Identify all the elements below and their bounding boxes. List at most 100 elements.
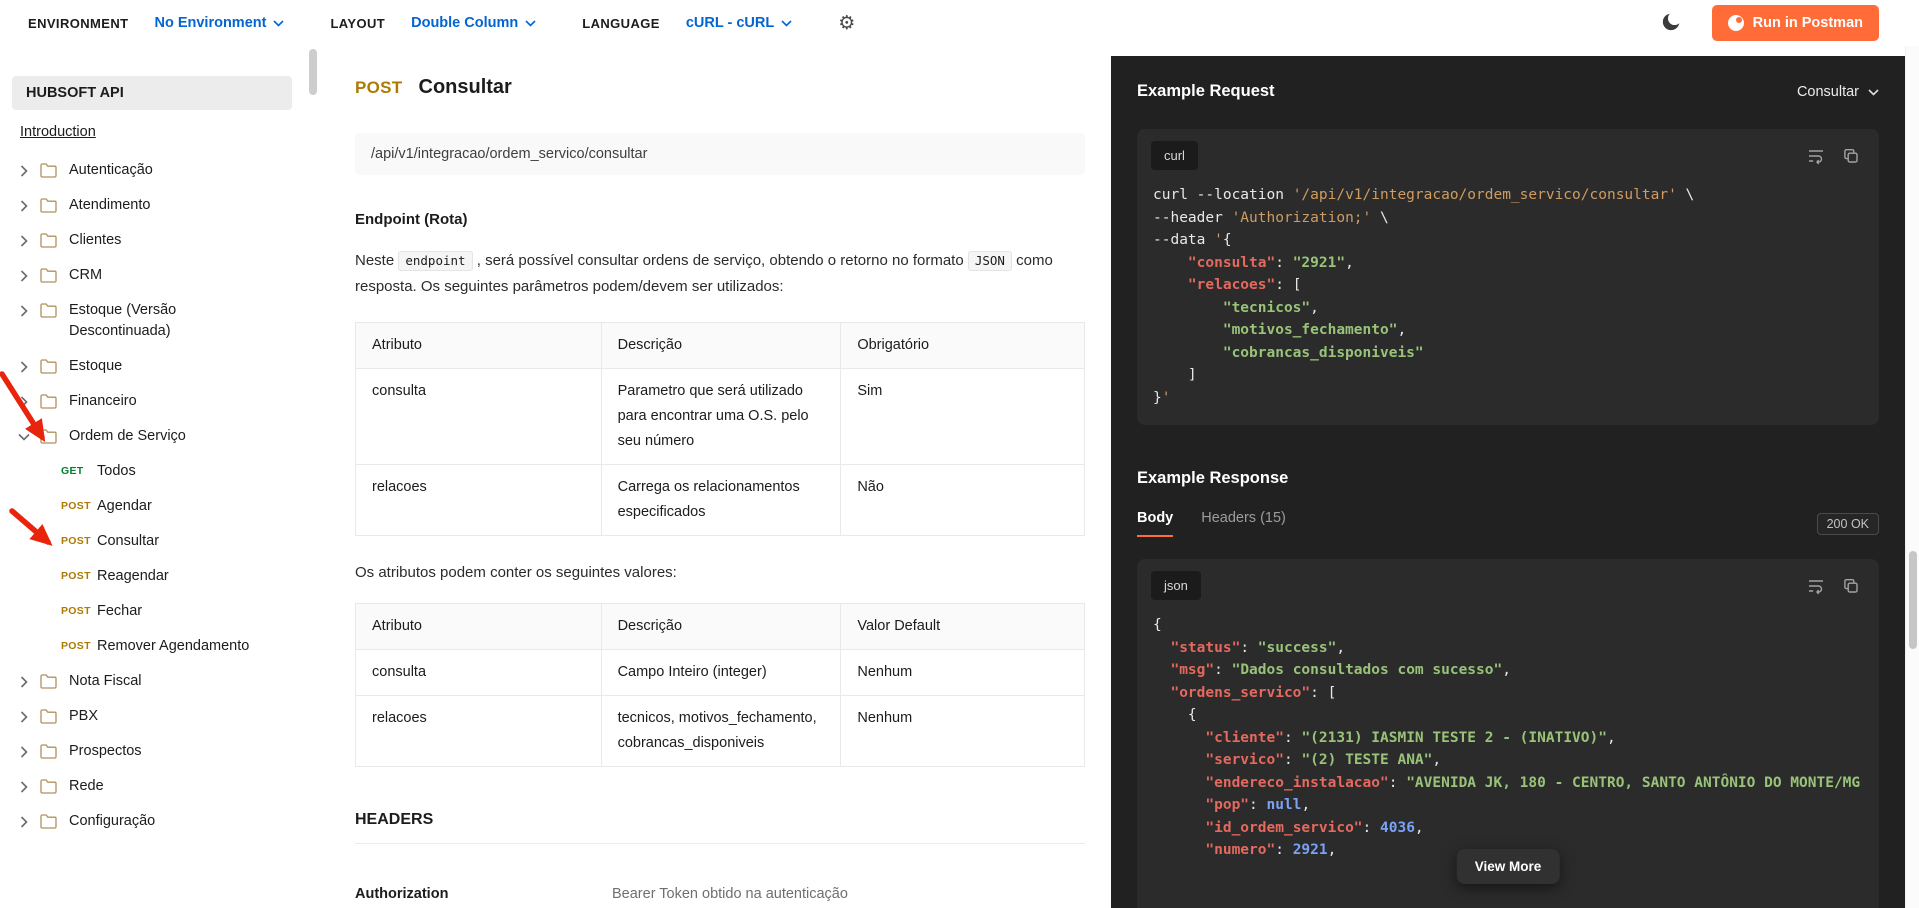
folder-label: Financeiro <box>69 393 137 409</box>
method-badge: POST <box>61 535 91 547</box>
sidebar-folder-nota-fiscal[interactable]: Nota Fiscal <box>12 664 306 699</box>
page-title: Consultar <box>418 76 512 98</box>
view-more-button[interactable]: View More <box>1456 849 1560 884</box>
page-scrollbar-thumb[interactable] <box>1909 551 1917 649</box>
chevron-right-icon <box>12 200 36 212</box>
sidebar-folder-clientes[interactable]: Clientes <box>12 223 306 258</box>
sidebar-folder-ordem-de-servico[interactable]: Ordem de Serviço <box>12 419 306 454</box>
sidebar-scrollbar-thumb[interactable] <box>309 49 317 95</box>
chevron-right-icon <box>12 305 36 317</box>
folder-icon <box>40 744 57 759</box>
folder-open-icon <box>40 429 57 444</box>
header-value: Bearer Token obtido na autenticação <box>612 886 848 902</box>
postman-logo-icon <box>1727 15 1744 31</box>
run-in-postman-button[interactable]: Run in Postman <box>1711 5 1879 41</box>
curl-code: curl --location '/api/v1/integracao/orde… <box>1153 187 1695 406</box>
environment-label: ENVIRONMENT <box>28 15 129 31</box>
folder-icon <box>40 674 57 689</box>
sidebar-folder-estoque-descontinuada[interactable]: Estoque (Versão Descontinuada) <box>12 293 306 349</box>
table-cell: Nenhum <box>840 649 1085 696</box>
chevron-right-icon <box>12 711 36 723</box>
folder-label: Clientes <box>69 232 122 248</box>
language-select[interactable]: cURL - cURL <box>686 15 792 31</box>
sidebar-tree: Autenticação Atendimento Clientes CRM Es <box>12 153 306 839</box>
curl-code-block: curl curl --location '/api/v1/integracao… <box>1137 129 1879 425</box>
chevron-right-icon <box>12 781 36 793</box>
copy-icon[interactable] <box>1843 578 1859 594</box>
table-cell: Campo Inteiro (integer) <box>600 649 842 696</box>
table-cell: relacoes <box>355 695 602 767</box>
moon-icon <box>1660 11 1682 36</box>
example-request-title: Example Request <box>1137 82 1275 100</box>
table-row: consulta Campo Inteiro (integer) Nenhum <box>355 649 1085 696</box>
request-label: Agendar <box>97 498 152 514</box>
selector-value: Consultar <box>1796 83 1859 100</box>
column-header: Descrição <box>600 603 842 650</box>
example-request-selector[interactable]: Consultar <box>1797 84 1879 100</box>
dark-mode-toggle[interactable] <box>1660 11 1682 36</box>
sidebar-folder-rede[interactable]: Rede <box>12 769 306 804</box>
chevron-right-icon <box>12 816 36 828</box>
copy-icon[interactable] <box>1843 148 1859 164</box>
sidebar-folder-autenticacao[interactable]: Autenticação <box>12 153 306 188</box>
values-table: Atributo Descrição Valor Default consult… <box>355 603 1085 767</box>
section-title-endpoint: Endpoint (Rota) <box>355 211 468 228</box>
chevron-right-icon <box>12 270 36 282</box>
sidebar-folder-crm[interactable]: CRM <box>12 258 306 293</box>
sidebar-folder-financeiro[interactable]: Financeiro <box>12 384 306 419</box>
run-in-postman-label: Run in Postman <box>1752 15 1863 31</box>
sidebar-item-introduction[interactable]: Introduction <box>20 124 96 140</box>
values-intro-text: Os atributos podem conter os seguintes v… <box>355 564 677 581</box>
sidebar-folder-estoque[interactable]: Estoque <box>12 349 306 384</box>
table-header-row: Atributo Descrição Valor Default <box>355 603 1085 650</box>
request-url: /api/v1/integracao/ordem_servico/consult… <box>355 133 1085 175</box>
column-header: Atributo <box>355 603 602 650</box>
table-row: relacoes tecnicos, motivos_fechamento, c… <box>355 695 1085 767</box>
language-group: LANGUAGE cURL - cURL <box>582 15 792 31</box>
table-cell: consulta <box>355 649 602 696</box>
request-label: Fechar <box>97 603 143 619</box>
column-header: Atributo <box>355 322 602 369</box>
status-badge: 200 OK <box>1816 512 1879 535</box>
folder-icon <box>40 198 57 213</box>
request-label: Todos <box>97 463 136 479</box>
language-value: cURL - cURL <box>685 15 775 31</box>
sidebar-folder-atendimento[interactable]: Atendimento <box>12 188 306 223</box>
folder-label: Nota Fiscal <box>69 673 142 689</box>
sidebar: HUBSOFT API Introduction Autenticação At… <box>0 46 306 908</box>
table-row: relacoes Carrega os relacionamentos espe… <box>355 464 1085 536</box>
layout-label: LAYOUT <box>330 15 386 31</box>
column-header: Valor Default <box>840 603 1085 650</box>
sidebar-scrollbar[interactable] <box>306 46 320 908</box>
folder-label: Autenticação <box>69 162 153 178</box>
sidebar-request-remover-agendamento[interactable]: POST Remover Agendamento <box>12 629 306 664</box>
column-header: Obrigatório <box>840 322 1085 369</box>
sidebar-folder-prospectos[interactable]: Prospectos <box>12 734 306 769</box>
folder-icon <box>40 814 57 829</box>
page-scrollbar[interactable] <box>1905 0 1919 908</box>
chevron-right-icon <box>12 361 36 373</box>
sidebar-request-todos[interactable]: GET Todos <box>12 454 306 489</box>
example-panel: Example Request Consultar curl curl --lo… <box>1111 56 1905 908</box>
environment-select[interactable]: No Environment <box>154 15 285 31</box>
wrap-text-icon[interactable] <box>1807 147 1825 165</box>
table-cell: Sim <box>840 368 1085 465</box>
authorization-row: Authorization Bearer Token obtido na aut… <box>355 886 1085 902</box>
environment-group: ENVIRONMENT No Environment <box>28 15 285 31</box>
settings-gear-button[interactable]: ⚙ <box>838 13 855 33</box>
folder-label: Estoque (Versão Descontinuada) <box>69 302 177 339</box>
tab-body[interactable]: Body <box>1137 510 1174 537</box>
sidebar-request-agendar[interactable]: POST Agendar <box>12 489 306 524</box>
sidebar-request-consultar[interactable]: POST Consultar <box>12 524 306 559</box>
collection-title[interactable]: HUBSOFT API <box>12 76 292 110</box>
sidebar-request-fechar[interactable]: POST Fechar <box>12 594 306 629</box>
sidebar-folder-configuracao[interactable]: Configuração <box>12 804 306 839</box>
wrap-text-icon[interactable] <box>1807 577 1825 595</box>
layout-group: LAYOUT Double Column <box>330 15 536 31</box>
layout-select[interactable]: Double Column <box>411 15 536 31</box>
sidebar-request-reagendar[interactable]: POST Reagendar <box>12 559 306 594</box>
tab-headers[interactable]: Headers (15) <box>1201 510 1286 537</box>
sidebar-folder-pbx[interactable]: PBX <box>12 699 306 734</box>
example-response-title: Example Response <box>1137 469 1289 487</box>
folder-icon <box>40 303 57 318</box>
